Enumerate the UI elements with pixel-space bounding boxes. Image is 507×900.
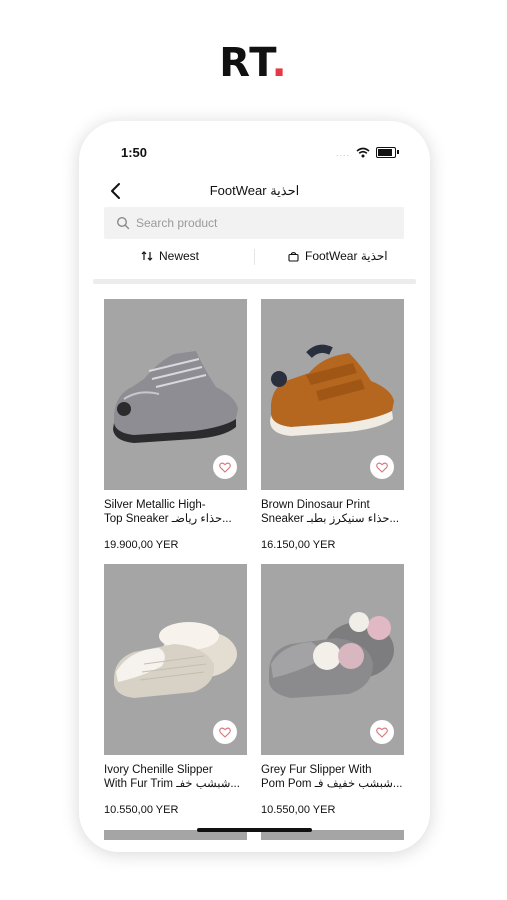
filter-bar: Newest FootWear احذية	[79, 245, 430, 269]
product-card[interactable]: Ivory Chenille Slipper With Fur Trim شبش…	[104, 564, 247, 816]
product-name-line1: Grey Fur Slipper With	[261, 764, 372, 776]
status-time: 1:50	[121, 145, 148, 160]
heart-icon	[376, 727, 388, 738]
sort-button[interactable]: Newest	[141, 249, 199, 263]
product-name-line1: Silver Metallic High-	[104, 499, 206, 511]
heart-icon	[219, 462, 231, 473]
category-label: FootWear احذية	[305, 249, 388, 263]
product-price: 10.550,00 YER	[104, 804, 179, 816]
brand-logo-dot: .	[271, 40, 288, 86]
brand-logo-text: RT	[219, 40, 272, 86]
sort-label: Newest	[159, 249, 200, 263]
brand-logo: RT.	[0, 40, 507, 86]
sort-arrows-icon	[141, 251, 153, 261]
favorite-button[interactable]	[213, 455, 237, 479]
product-price: 10.550,00 YER	[261, 804, 336, 816]
favorite-button[interactable]	[370, 720, 394, 744]
status-bar: 1:50 ....	[79, 145, 430, 165]
wifi-icon	[356, 147, 370, 158]
search-icon	[116, 216, 130, 230]
product-name: Silver Metallic High- Top Sneaker حذاء ر…	[104, 498, 247, 528]
heart-icon	[376, 462, 388, 473]
product-name-line2: With Fur Trim شبشب خفـ...	[104, 778, 240, 790]
product-name: Grey Fur Slipper With Pom Pom شبشب خفيف …	[261, 763, 404, 793]
page-header: FootWear احذية	[79, 181, 430, 205]
signal-icon: ....	[335, 147, 350, 158]
product-price: 19.900,00 YER	[104, 539, 179, 551]
product-card[interactable]: Silver Metallic High- Top Sneaker حذاء ر…	[104, 299, 247, 551]
product-name-line2: Top Sneaker حذاء رياضـ...	[104, 513, 232, 525]
product-name-line2: Pom Pom شبشب خفيف فـ...	[261, 778, 403, 790]
product-image[interactable]	[104, 564, 247, 755]
favorite-button[interactable]	[213, 720, 237, 744]
page-title: FootWear احذية	[209, 183, 300, 198]
home-indicator[interactable]	[197, 828, 312, 832]
product-image[interactable]	[104, 299, 247, 490]
product-name: Ivory Chenille Slipper With Fur Trim شبش…	[104, 763, 247, 793]
product-name: Brown Dinosaur Print Sneaker حذاء سنيكرز…	[261, 498, 404, 528]
product-name-line2: Sneaker حذاء سنيكرز بطبـ...	[261, 513, 400, 525]
product-price: 16.150,00 YER	[261, 539, 336, 551]
filter-divider	[254, 249, 255, 265]
bag-icon	[288, 251, 299, 262]
product-card[interactable]: Grey Fur Slipper With Pom Pom شبشب خفيف …	[261, 564, 404, 816]
product-image[interactable]	[261, 299, 404, 490]
status-icons: ....	[335, 147, 399, 158]
heart-icon	[219, 727, 231, 738]
product-card[interactable]: Brown Dinosaur Print Sneaker حذاء سنيكرز…	[261, 299, 404, 551]
category-filter-button[interactable]: FootWear احذية	[288, 249, 388, 263]
search-bar[interactable]	[104, 207, 404, 239]
product-name-line1: Ivory Chenille Slipper	[104, 764, 213, 776]
battery-icon	[376, 147, 399, 158]
search-input[interactable]	[136, 207, 396, 239]
section-divider	[93, 279, 416, 284]
phone-frame: 1:50 .... FootWear احذية Search product …	[79, 121, 430, 852]
favorite-button[interactable]	[370, 455, 394, 479]
product-image[interactable]	[261, 564, 404, 755]
product-name-line1: Brown Dinosaur Print	[261, 499, 370, 511]
